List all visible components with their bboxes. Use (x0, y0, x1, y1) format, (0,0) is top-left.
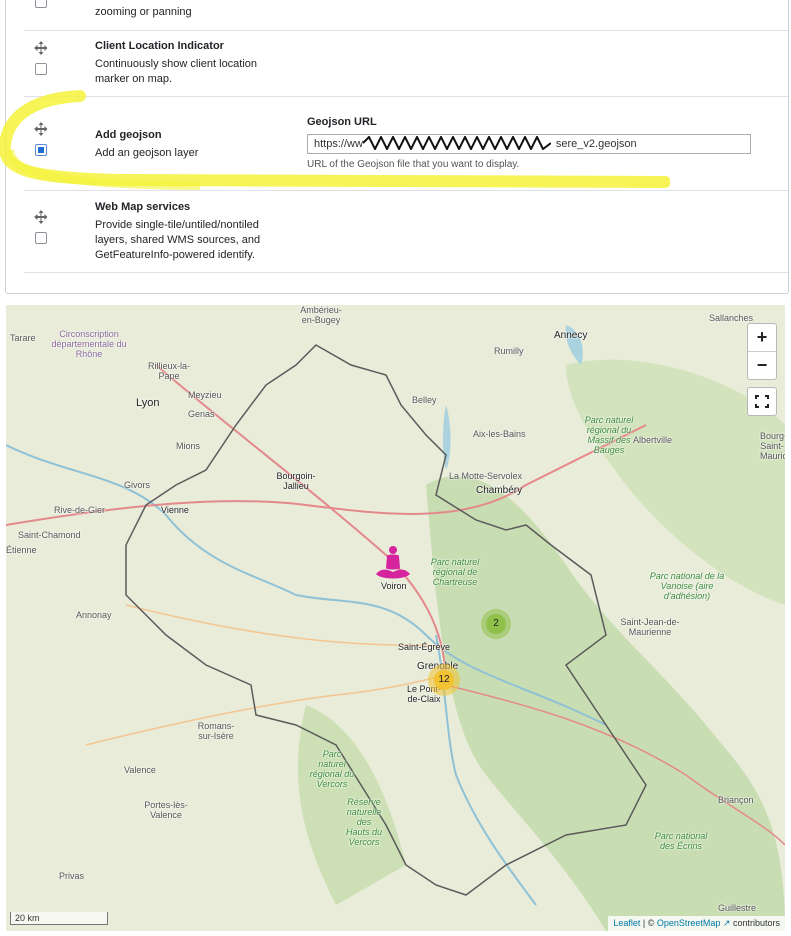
map-label: Romans-sur-Isère (197, 721, 235, 741)
geojson-url-suffix: sere_v2.geojson (555, 138, 637, 150)
setting-description: Disable direct user interaction like zoo… (95, 0, 259, 18)
map-label: Rillieux-la-Pape (147, 361, 190, 381)
add-geojson-checkbox[interactable] (35, 144, 47, 156)
map-label: La Motte-Servolex (449, 471, 523, 481)
setting-description: Add an geojson layer (95, 147, 199, 159)
map-label: Tarare (10, 333, 36, 343)
map-label: Sallanches (709, 313, 754, 323)
drag-handle-icon[interactable] (34, 210, 48, 224)
fullscreen-button[interactable] (747, 387, 777, 416)
map-label: Annecy (554, 330, 588, 341)
map-label: Parc national des Écrins (654, 831, 708, 851)
zoom-in-button[interactable]: + (748, 324, 776, 352)
fullscreen-icon (755, 395, 769, 408)
drag-handle-icon[interactable] (34, 41, 48, 55)
geojson-url-help: URL of the Geojson file that you want to… (307, 159, 520, 170)
setting-row-client-location: Client Location Indicator Continuously s… (24, 30, 788, 97)
map-label: Parc naturel régional du Vercors (309, 749, 355, 789)
map-label: Réserve naturelle des Hauts du Vercors (345, 797, 383, 847)
redaction-scribble (363, 136, 551, 150)
map-label: Rive-de-Gier (54, 505, 106, 515)
zoom-control: + − (747, 323, 777, 380)
setting-title: Client Location Indicator (95, 40, 224, 52)
map-label: Annonay (76, 610, 112, 620)
attribution-separator: | © (640, 918, 657, 928)
map-label: Saint-Jean-de-Maurienne (620, 617, 680, 637)
setting-row-interaction: Disable direct user interaction like zoo… (24, 0, 788, 31)
geojson-url-prefix: https://ww (314, 138, 363, 150)
cluster-count: 2 (486, 614, 506, 634)
map-label: Bourgoin-Jallieu (276, 471, 316, 491)
map-label: Mions (176, 441, 201, 451)
cluster-count: 12 (434, 670, 454, 690)
setting-title: Add geojson (95, 129, 162, 141)
map-label: Rumilly (494, 346, 524, 356)
map-label: Chambéry (476, 485, 523, 496)
map-label: Privas (59, 871, 85, 881)
meditation-person-icon[interactable] (373, 544, 413, 584)
web-map-services-checkbox[interactable] (35, 232, 47, 244)
map-label: Parc naturel régional du Massif des Baug… (584, 415, 634, 455)
map-label: Bourg-Saint-Maurice (760, 431, 785, 461)
client-location-checkbox[interactable] (35, 63, 47, 75)
map-label: Portes-lès-Valence (144, 800, 188, 820)
map-label: Guillestre (718, 903, 757, 913)
zoom-out-button[interactable]: − (748, 352, 776, 379)
map-label: Étienne (6, 545, 37, 555)
map-attribution: Leaflet | © OpenStreetMap ↗ contributors (608, 916, 785, 931)
geojson-url-label: Geojson URL (307, 116, 377, 128)
drag-handle-icon[interactable] (34, 122, 48, 136)
map-label: Givors (124, 480, 151, 490)
map-label: Aix-les-Bains (473, 429, 526, 439)
map-label: Ambérieu-en-Bugey (300, 305, 342, 325)
setting-title: Web Map services (95, 201, 191, 213)
map-label: Lyon (136, 397, 160, 409)
setting-checkbox[interactable] (35, 0, 47, 8)
map-label: Saint-Chamond (18, 530, 81, 540)
map-label: Circonscription départementale du Rhône (51, 329, 127, 359)
map[interactable]: Tarare Circonscription départementale du… (6, 305, 785, 931)
map-label: Genas (188, 409, 215, 419)
map-label: Meyzieu (188, 390, 222, 400)
setting-row-web-map-services: Web Map services Provide single-tile/unt… (24, 191, 788, 273)
marker-cluster[interactable]: 2 (481, 609, 511, 639)
marker-cluster[interactable]: 12 (428, 664, 460, 696)
map-label: Saint-Égrève (398, 642, 451, 652)
external-link-icon: ↗ (720, 918, 731, 928)
map-scale: 20 km (10, 912, 108, 925)
map-label: Briançon (718, 795, 754, 805)
leaflet-link[interactable]: Leaflet (613, 918, 640, 928)
osm-link[interactable]: OpenStreetMap (657, 918, 721, 928)
setting-description: Provide single-tile/untiled/nontiled lay… (95, 219, 261, 261)
map-label: Valence (124, 765, 156, 775)
setting-description: Continuously show client location marker… (95, 58, 258, 85)
map-label: Belley (412, 395, 437, 405)
attribution-rest: contributors (730, 918, 780, 928)
map-label: Vienne (161, 505, 189, 515)
map-label: Parc national de la Vanoise (aire d'adhé… (649, 571, 725, 601)
map-label: Parc naturel régional de Chartreuse (430, 557, 480, 587)
